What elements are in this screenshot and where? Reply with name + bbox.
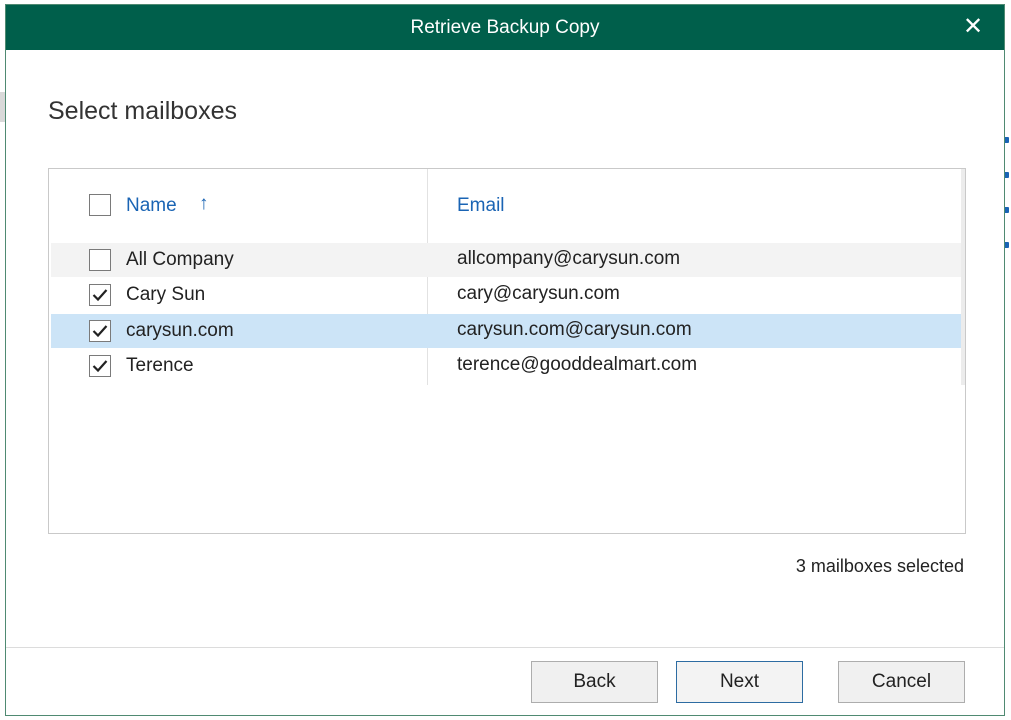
dialog-titlebar: Retrieve Backup Copy ✕ (6, 5, 1004, 50)
mailbox-email: allcompany@carysun.com (457, 248, 681, 269)
column-header-email[interactable]: Email (457, 195, 505, 217)
mailbox-email: cary@carysun.com (457, 283, 620, 304)
checkmark-icon (92, 325, 108, 338)
page-title: Select mailboxes (48, 97, 237, 125)
close-icon[interactable]: ✕ (960, 13, 986, 41)
row-checkbox[interactable] (89, 284, 111, 306)
row-checkbox[interactable] (89, 355, 111, 377)
sort-ascending-icon[interactable]: ↑ (199, 193, 209, 215)
dialog-title: Retrieve Backup Copy (410, 17, 600, 38)
selection-count: 3 mailboxes selected (795, 556, 964, 576)
row-checkbox[interactable] (89, 320, 111, 342)
table-row[interactable]: Cary Sun cary@carysun.com (51, 278, 961, 312)
footer-divider (6, 647, 1004, 648)
mailbox-name: Terence (126, 355, 194, 376)
table-row[interactable]: All Company allcompany@carysun.com (51, 243, 961, 277)
mailbox-name: All Company (126, 249, 234, 270)
cancel-button[interactable]: Cancel (838, 661, 965, 703)
mailbox-grid: Name ↑ Email All Company allcompany@cary… (48, 168, 966, 534)
mailbox-name: Cary Sun (126, 284, 206, 305)
row-checkbox[interactable] (89, 249, 111, 271)
table-row[interactable]: Terence terence@gooddealmart.com (51, 349, 961, 383)
next-button[interactable]: Next (676, 661, 803, 703)
mailbox-name: carysun.com (126, 320, 234, 341)
retrieve-backup-dialog: Retrieve Backup Copy ✕ Select mailboxes … (5, 4, 1005, 716)
grid-header: Name ↑ Email (49, 185, 965, 225)
table-row[interactable]: carysun.com carysun.com@carysun.com (51, 314, 961, 348)
select-all-checkbox[interactable] (89, 194, 111, 216)
checkmark-icon (92, 360, 108, 373)
checkmark-icon (92, 289, 108, 302)
mailbox-email: carysun.com@carysun.com (457, 319, 692, 340)
column-header-name[interactable]: Name (126, 195, 177, 217)
mailbox-email: terence@gooddealmart.com (457, 354, 698, 375)
back-button[interactable]: Back (531, 661, 658, 703)
